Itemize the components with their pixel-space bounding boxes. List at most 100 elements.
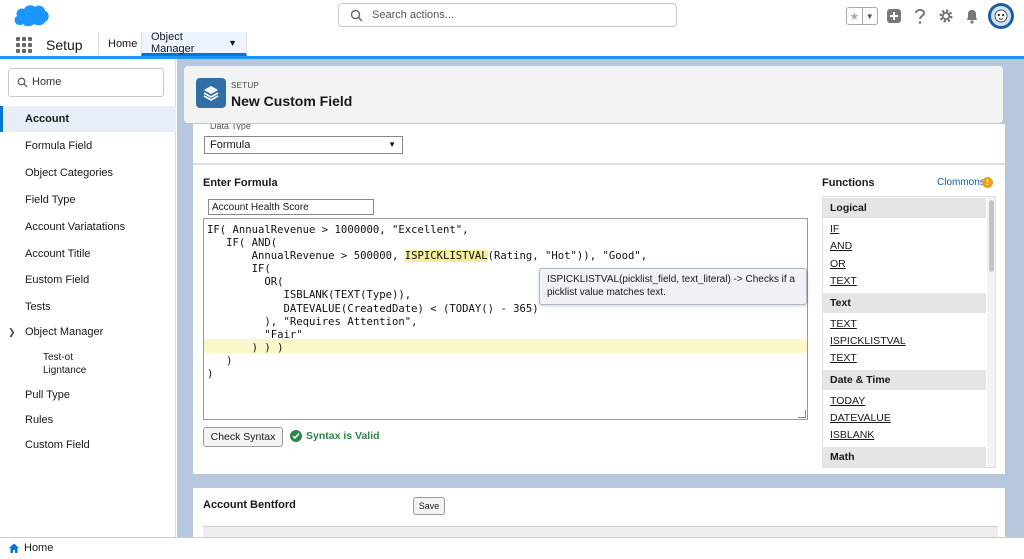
sidebar-item-label: Eustom Field xyxy=(25,274,90,286)
chevron-down-icon[interactable]: ▼ xyxy=(228,38,237,48)
chevron-down-icon[interactable]: ❯ xyxy=(8,327,16,338)
function-item-text[interactable]: TEXT xyxy=(830,275,857,287)
salesforce-cloud-logo[interactable] xyxy=(12,3,50,28)
account-card: Account Bentford Save xyxy=(193,488,1005,537)
field-name-value: Account Health Score xyxy=(212,201,309,213)
syntax-status-text: Syntax is Valid xyxy=(306,430,380,442)
function-category-logical[interactable]: Logical xyxy=(823,198,986,218)
sidebar-item-account-variatations[interactable]: Account Variatations xyxy=(0,214,176,240)
sidebar-subitem-ligntance[interactable]: Ligntance xyxy=(43,364,86,377)
function-tooltip: ISPICKLISTVAL(picklist_field, text_liter… xyxy=(539,268,807,305)
sidebar-item-rules[interactable]: Rules xyxy=(0,407,176,433)
chevron-down-icon: ▼ xyxy=(388,140,396,149)
sidebar-item-formula-field[interactable]: Formula Field xyxy=(0,133,176,159)
syntax-status: Syntax is Valid xyxy=(290,430,380,442)
code-line: ISBLANK(TEXT(Type)), xyxy=(207,289,412,302)
function-item-text[interactable]: TEXT xyxy=(830,352,857,364)
quick-find-input[interactable]: Home xyxy=(8,68,164,97)
formula-editor[interactable]: IF( AnnualRevenue > 1000000, "Excellent"… xyxy=(203,218,808,420)
enter-formula-title: Enter Formula xyxy=(203,177,278,189)
function-item-if[interactable]: IF xyxy=(830,223,839,235)
functions-scrollbar[interactable] xyxy=(987,197,995,467)
code-line: AnnualRevenue > 500000, xyxy=(207,250,405,263)
sidebar-item-tests[interactable]: Tests xyxy=(0,294,176,320)
sidebar-item-eustom-field[interactable]: Eustom Field xyxy=(0,267,176,293)
sidebar-item-account-titile[interactable]: Account Titile xyxy=(0,241,176,267)
sidebar-item-label: Account Titile xyxy=(25,248,91,260)
code-line: ) ) ) xyxy=(207,341,284,354)
function-category-text[interactable]: Text xyxy=(823,293,986,313)
sidebar-item-label: Object Categories xyxy=(25,167,114,179)
check-syntax-button[interactable]: Check Syntax xyxy=(203,427,283,447)
sidebar-item-label: Pull Type xyxy=(25,389,71,401)
function-item-datevalue[interactable]: DATEVALUE xyxy=(830,412,891,424)
quick-find-value: Home xyxy=(32,76,62,88)
tab-home[interactable]: Home xyxy=(98,32,140,56)
home-icon[interactable] xyxy=(8,542,20,554)
sidebar-item-custom-field[interactable]: Custom Field xyxy=(0,432,176,458)
gear-icon[interactable] xyxy=(936,6,956,26)
bell-icon[interactable] xyxy=(962,6,982,26)
search-icon xyxy=(17,77,28,88)
app-nav-bar: Setup Home Object Manager ▼ xyxy=(0,30,1024,59)
global-header: Search actions... ★ ▼ xyxy=(0,0,1024,32)
info-icon[interactable]: ! xyxy=(982,177,993,188)
sidebar-item-field-type[interactable]: Field Type xyxy=(0,187,176,213)
function-item-text[interactable]: TEXT xyxy=(830,318,857,330)
layers-icon xyxy=(196,78,226,108)
function-item-ispicklistval[interactable]: ISPICKLISTVAL xyxy=(830,335,906,347)
function-category-math[interactable]: Math xyxy=(823,447,986,467)
favorites-button[interactable]: ★ ▼ xyxy=(846,7,878,25)
table-header xyxy=(203,526,998,537)
sidebar-item-account[interactable]: Account xyxy=(0,106,176,132)
function-category-date-time[interactable]: Date & Time xyxy=(823,370,986,390)
help-icon[interactable] xyxy=(910,6,930,26)
section-divider xyxy=(193,163,1005,165)
plus-icon[interactable] xyxy=(884,6,904,26)
footer-home-link[interactable]: Home xyxy=(24,542,53,554)
tab-object-manager[interactable]: Object Manager ▼ xyxy=(141,30,247,56)
scrollbar-thumb[interactable] xyxy=(989,200,994,272)
chevron-down-icon[interactable]: ▼ xyxy=(863,8,878,24)
code-line: DATEVALUE(CreatedDate) < (TODAY() - 365) xyxy=(207,302,539,315)
functions-commons-link[interactable]: Clommons xyxy=(937,177,985,188)
sidebar-item-object-categories[interactable]: Object Categories xyxy=(0,160,176,186)
function-item-isblank[interactable]: ISBLANK xyxy=(830,429,874,441)
function-item-and[interactable]: AND xyxy=(830,240,852,252)
code-line: IF( AnnualRevenue > 1000000, "Excellent"… xyxy=(207,224,469,236)
search-icon xyxy=(350,9,363,22)
code-line: IF( AND( xyxy=(207,237,278,250)
code-line: ) xyxy=(207,354,233,367)
function-item-or[interactable]: OR xyxy=(830,258,846,270)
save-button[interactable]: Save xyxy=(413,497,445,515)
sidebar-subitem-test-ot[interactable]: Test-ot xyxy=(43,351,73,364)
search-box[interactable]: Search actions... xyxy=(338,3,677,27)
sidebar-item-object-manager[interactable]: ❯ Object Manager xyxy=(0,319,176,345)
account-card-title: Account Bentford xyxy=(203,499,296,511)
sidebar-item-label: Object Manager xyxy=(25,326,104,338)
tab-object-manager-label: Object Manager xyxy=(151,30,195,55)
data-type-label: Data Type xyxy=(210,124,251,130)
functions-panel: Logical IF AND OR TEXT Text TEXT ISPICKL… xyxy=(822,196,996,468)
header-actions: ★ ▼ xyxy=(846,3,1014,29)
sidebar-item-label: Field Type xyxy=(25,194,76,206)
app-name: Setup xyxy=(46,37,83,53)
code-function-highlight: ISPICKLISTVAL xyxy=(404,250,488,263)
sidebar-item-label: Custom Field xyxy=(25,439,90,451)
field-name-input[interactable]: Account Health Score xyxy=(208,199,374,215)
page-header: SETUP New Custom Field xyxy=(184,66,1003,123)
avatar[interactable] xyxy=(988,3,1014,29)
data-type-select[interactable]: Formula ▼ xyxy=(204,136,403,154)
functions-title: Functions xyxy=(822,177,875,189)
page-title: New Custom Field xyxy=(231,93,353,109)
data-type-value: Formula xyxy=(210,139,251,151)
resize-handle[interactable] xyxy=(798,410,806,418)
page-eyebrow: SETUP xyxy=(231,81,260,90)
code-line: "Fair" xyxy=(207,328,303,341)
search-input[interactable]: Search actions... xyxy=(372,9,454,21)
star-icon[interactable]: ★ xyxy=(847,8,863,24)
sidebar-item-pull-type[interactable]: Pull Type xyxy=(0,382,176,408)
function-item-today[interactable]: TODAY xyxy=(830,395,865,407)
app-launcher-icon[interactable] xyxy=(16,37,32,53)
code-line: OR( xyxy=(207,276,284,289)
